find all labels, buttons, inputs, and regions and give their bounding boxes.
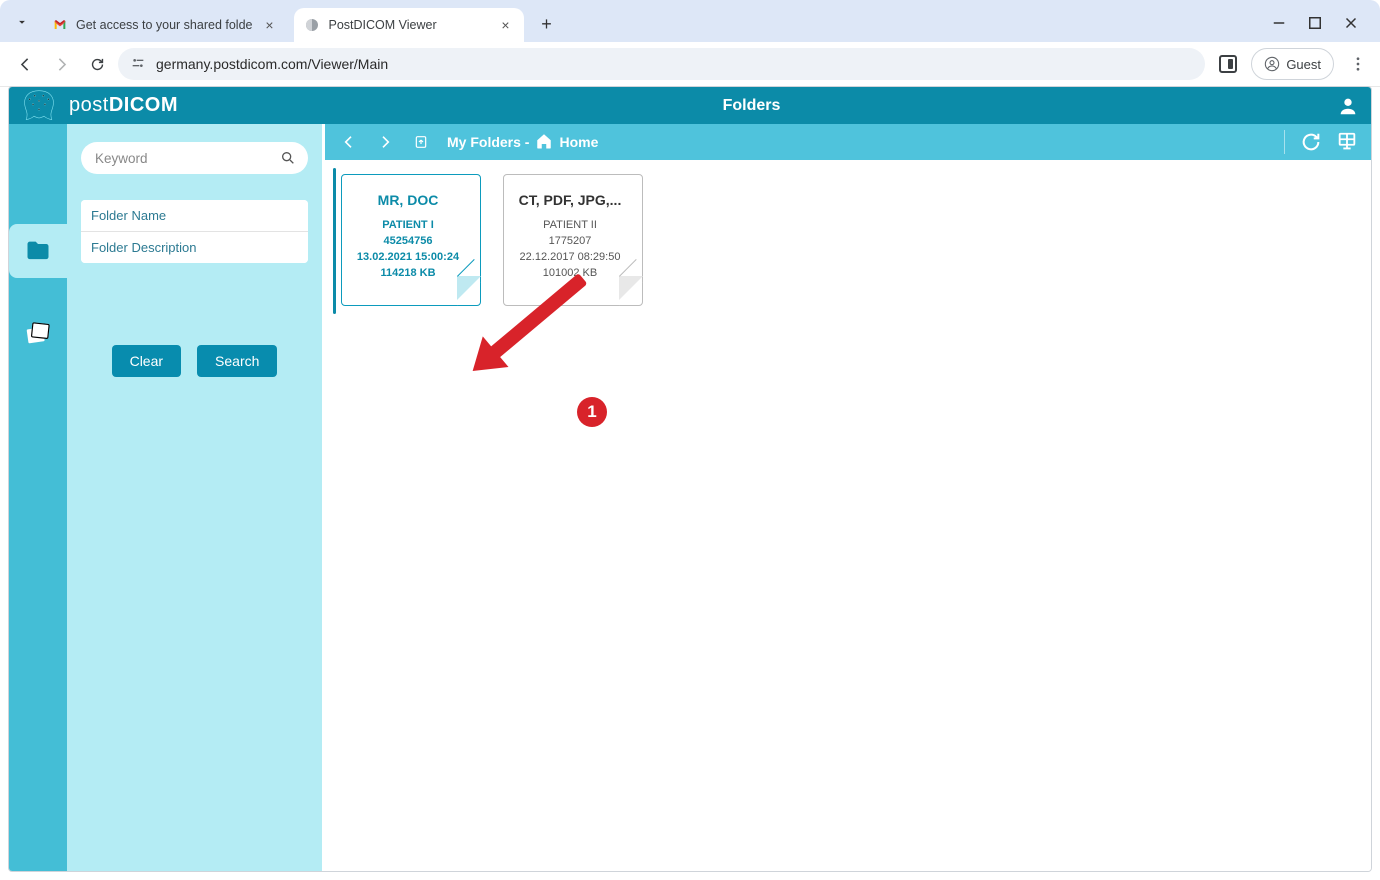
search-icon xyxy=(280,150,296,166)
tab-title: Get access to your shared folde xyxy=(76,18,252,32)
window-close-icon[interactable] xyxy=(1342,14,1360,32)
refresh-button[interactable] xyxy=(1297,128,1325,156)
browser-tab-0[interactable]: Get access to your shared folde × xyxy=(42,8,288,42)
nav-back-button[interactable] xyxy=(10,49,40,79)
search-panel: Clear Search xyxy=(67,124,322,871)
breadcrumb-prefix: My Folders - xyxy=(447,134,529,150)
gmail-favicon-icon xyxy=(52,17,68,33)
folder-description-input[interactable] xyxy=(81,232,308,263)
folder-card-0[interactable]: MR, DOC PATIENT I 45254756 13.02.2021 15… xyxy=(341,174,481,306)
folder-patient: PATIENT II xyxy=(520,218,621,234)
app-frame: postDICOM Folders xyxy=(8,86,1372,872)
home-icon xyxy=(535,132,553,153)
annotation-badge: 1 xyxy=(577,397,607,427)
folder-datetime: 22.12.2017 08:29:50 xyxy=(520,250,621,266)
folder-size: 114218 KB xyxy=(357,266,459,282)
reading-list-icon[interactable] xyxy=(1219,55,1237,73)
brand-brain-icon xyxy=(9,87,69,124)
breadcrumb-current: Home xyxy=(559,134,598,150)
left-icon-rail xyxy=(9,124,67,871)
rail-studies-tab[interactable] xyxy=(9,306,67,360)
browser-titlebar: Get access to your shared folde × PostDI… xyxy=(0,0,1380,42)
folder-id: 45254756 xyxy=(357,234,459,250)
toolbar-divider xyxy=(1284,130,1285,154)
profile-guest-button[interactable]: Guest xyxy=(1251,48,1334,80)
clear-button[interactable]: Clear xyxy=(112,345,181,377)
folder-title: CT, PDF, JPG,... xyxy=(509,192,631,208)
postdicom-favicon-icon xyxy=(304,17,320,33)
guest-label: Guest xyxy=(1286,57,1321,72)
folder-datetime: 13.02.2021 15:00:24 xyxy=(357,250,459,266)
browser-tab-1[interactable]: PostDICOM Viewer × xyxy=(294,8,524,42)
search-button[interactable]: Search xyxy=(197,345,277,377)
folder-up-button[interactable] xyxy=(407,128,435,156)
url-text: germany.postdicom.com/Viewer/Main xyxy=(156,56,388,72)
address-omnibox[interactable]: germany.postdicom.com/Viewer/Main xyxy=(118,48,1205,80)
folder-back-button[interactable] xyxy=(335,128,363,156)
new-tab-button[interactable]: + xyxy=(532,10,560,38)
rail-folders-tab[interactable] xyxy=(9,224,67,278)
cards-stack-icon xyxy=(24,319,52,347)
main-area: My Folders - Home MR, DOC xyxy=(322,124,1371,871)
folders-canvas: MR, DOC PATIENT I 45254756 13.02.2021 15… xyxy=(325,160,1371,871)
window-maximize-icon[interactable] xyxy=(1306,14,1324,32)
nav-forward-button[interactable] xyxy=(46,49,76,79)
folders-toolbar: My Folders - Home xyxy=(325,124,1371,160)
folder-name-input[interactable] xyxy=(81,200,308,232)
keyword-input[interactable] xyxy=(93,150,280,167)
tab-title: PostDICOM Viewer xyxy=(328,18,488,32)
tab-close-icon[interactable]: × xyxy=(496,17,514,33)
window-minimize-icon[interactable] xyxy=(1270,14,1288,32)
page-title: Folders xyxy=(178,97,1325,115)
folder-title: MR, DOC xyxy=(347,192,469,208)
app-header: postDICOM Folders xyxy=(9,87,1371,124)
browser-menu-button[interactable] xyxy=(1346,55,1370,73)
site-settings-icon[interactable] xyxy=(130,55,146,74)
brand-logo: postDICOM xyxy=(69,94,178,117)
nav-reload-button[interactable] xyxy=(82,49,112,79)
tab-search-dropdown[interactable] xyxy=(8,8,36,36)
breadcrumb[interactable]: My Folders - Home xyxy=(447,132,598,153)
tab-close-icon[interactable]: × xyxy=(260,17,278,33)
folder-forward-button[interactable] xyxy=(371,128,399,156)
browser-address-bar: germany.postdicom.com/Viewer/Main Guest xyxy=(0,42,1380,87)
folder-patient: PATIENT I xyxy=(357,218,459,234)
folder-id: 1775207 xyxy=(520,234,621,250)
folder-icon xyxy=(24,237,52,265)
account-button[interactable] xyxy=(1325,95,1371,117)
layout-button[interactable] xyxy=(1333,128,1361,156)
keyword-search[interactable] xyxy=(81,142,308,174)
